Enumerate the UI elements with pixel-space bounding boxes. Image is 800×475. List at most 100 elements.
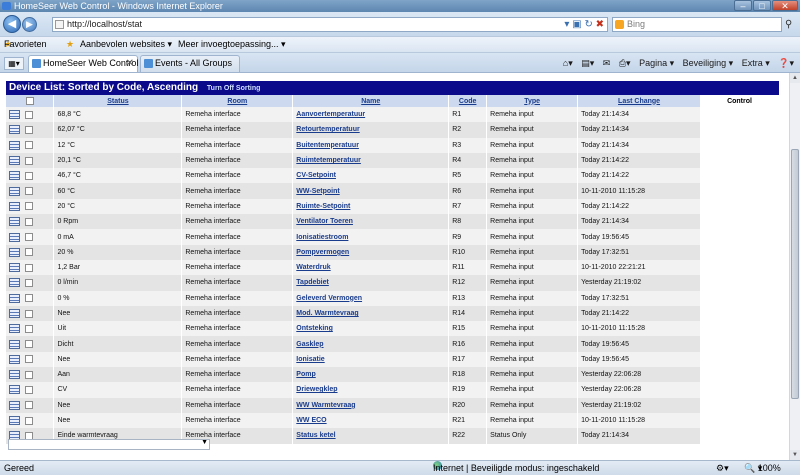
device-name-link[interactable]: Ontsteking — [296, 325, 333, 332]
tab-close-icon[interactable]: ✕ — [126, 56, 134, 71]
device-properties-icon[interactable] — [9, 339, 20, 349]
back-button[interactable]: ◀ — [3, 15, 21, 33]
row-checkbox[interactable] — [25, 355, 33, 364]
protected-mode-icon[interactable]: ⚙▾ — [716, 461, 729, 475]
device-properties-icon[interactable] — [9, 370, 20, 380]
dropdown-icon[interactable]: ▾ — [564, 19, 569, 30]
col-code[interactable]: Code — [448, 95, 488, 107]
turn-off-sorting-link[interactable]: Turn Off Sorting — [207, 85, 261, 92]
row-checkbox[interactable] — [25, 263, 33, 272]
zoom-control[interactable]: 🔍 100% ▾ — [744, 461, 781, 475]
print-icon[interactable]: ⎙▾ — [619, 58, 631, 68]
scroll-up-icon[interactable]: ▲ — [790, 73, 800, 83]
row-checkbox[interactable] — [25, 156, 33, 165]
device-name-link[interactable]: WW ECO — [296, 417, 326, 424]
vertical-scrollbar[interactable]: ▲ ▼ — [789, 73, 800, 460]
tab-homeseer[interactable]: HomeSeer Web Control ✕ — [28, 55, 138, 72]
menu-page[interactable]: Pagina ▾ — [639, 58, 674, 68]
address-input[interactable]: http://localhost/stat ▾ ▣ ↻ ✖ — [52, 17, 608, 32]
row-checkbox[interactable] — [25, 294, 33, 303]
col-name[interactable]: Name — [292, 95, 450, 107]
select-all-checkbox[interactable] — [25, 97, 34, 105]
quick-tabs-button[interactable]: ▦▾ — [4, 57, 24, 70]
stop-icon[interactable]: ✖ — [596, 19, 604, 30]
device-properties-icon[interactable] — [9, 400, 20, 410]
scroll-down-icon[interactable]: ▼ — [790, 450, 800, 460]
help-icon[interactable]: ❓▾ — [778, 58, 794, 68]
device-properties-icon[interactable] — [9, 324, 20, 334]
row-checkbox[interactable] — [25, 217, 33, 226]
row-checkbox[interactable] — [25, 309, 33, 318]
device-name-link[interactable]: Pomp — [296, 371, 315, 378]
device-name-link[interactable]: Driewegklep — [296, 386, 337, 393]
device-name-link[interactable]: Tapdebiet — [296, 279, 329, 286]
forward-button[interactable]: ▶ — [22, 17, 37, 32]
feeds-icon[interactable]: ▤▾ — [581, 58, 594, 68]
device-properties-icon[interactable] — [9, 309, 20, 318]
device-properties-icon[interactable] — [9, 125, 20, 135]
device-name-link[interactable]: Ruimtetemperatuur — [296, 157, 361, 164]
row-checkbox[interactable] — [25, 187, 33, 196]
refresh-icon[interactable]: ↻ — [584, 19, 592, 30]
device-properties-icon[interactable] — [9, 140, 20, 150]
row-checkbox[interactable] — [25, 370, 33, 379]
device-name-link[interactable]: Geleverd Vermogen — [296, 295, 362, 302]
minimize-button[interactable]: – — [734, 0, 752, 11]
device-name-link[interactable]: Status ketel — [296, 432, 335, 439]
col-last-change[interactable]: Last Change — [577, 95, 702, 107]
row-checkbox[interactable] — [25, 202, 33, 211]
row-checkbox[interactable] — [25, 385, 33, 394]
col-status[interactable]: Status — [53, 95, 183, 107]
add-favorite-icon[interactable]: ★ — [66, 37, 74, 52]
device-name-link[interactable]: WW-Setpoint — [296, 188, 339, 195]
mail-icon[interactable]: ✉ — [603, 58, 611, 68]
device-properties-icon[interactable] — [9, 171, 20, 181]
maximize-button[interactable]: □ — [753, 0, 771, 11]
row-checkbox[interactable] — [25, 248, 33, 257]
row-checkbox[interactable] — [25, 278, 33, 287]
device-properties-icon[interactable] — [9, 232, 20, 242]
device-properties-icon[interactable] — [9, 156, 20, 166]
favorite-addons[interactable]: Meer invoegtoepassing... ▾ — [178, 37, 286, 52]
menu-security[interactable]: Beveiliging ▾ — [683, 58, 734, 68]
device-properties-icon[interactable] — [9, 293, 20, 303]
device-name-link[interactable]: Ruimte-Setpoint — [296, 203, 350, 210]
menu-extra[interactable]: Extra ▾ — [742, 58, 770, 68]
device-properties-icon[interactable] — [9, 201, 20, 211]
row-checkbox[interactable] — [25, 233, 33, 242]
close-button[interactable]: ✕ — [772, 0, 798, 11]
device-properties-icon[interactable] — [9, 247, 20, 257]
device-name-link[interactable]: Mod. Warmtevraag — [296, 310, 358, 317]
row-checkbox[interactable] — [25, 324, 33, 333]
row-checkbox[interactable] — [25, 340, 33, 349]
device-properties-icon[interactable] — [9, 263, 20, 273]
device-action-select[interactable]: ▼ — [8, 439, 210, 450]
device-name-link[interactable]: CV-Setpoint — [296, 172, 336, 179]
search-input[interactable]: Bing — [612, 17, 782, 32]
col-type[interactable]: Type — [486, 95, 579, 107]
device-name-link[interactable]: Ionisatiestroom — [296, 234, 348, 241]
compat-icon[interactable]: ▣ — [572, 19, 581, 30]
device-name-link[interactable]: Ventilator Toeren — [296, 218, 353, 225]
row-checkbox[interactable] — [25, 141, 33, 150]
device-name-link[interactable]: Ionisatie — [296, 356, 324, 363]
device-properties-icon[interactable] — [9, 217, 20, 227]
device-name-link[interactable]: Gasklep — [296, 341, 323, 348]
device-name-link[interactable]: Pompvermogen — [296, 249, 349, 256]
device-name-link[interactable]: Aanvoertemperatuur — [296, 111, 365, 118]
device-name-link[interactable]: Buitentemperatuur — [296, 142, 359, 149]
device-properties-icon[interactable] — [9, 385, 20, 395]
favorite-suggested-sites[interactable]: Aanbevolen websites ▾ — [80, 37, 172, 52]
device-properties-icon[interactable] — [9, 416, 20, 426]
row-checkbox[interactable] — [25, 416, 33, 425]
col-room[interactable]: Room — [181, 95, 294, 107]
device-properties-icon[interactable] — [9, 278, 20, 288]
device-name-link[interactable]: WW Warmtevraag — [296, 402, 355, 409]
tab-events[interactable]: Events - All Groups — [140, 55, 240, 72]
device-properties-icon[interactable] — [9, 110, 20, 120]
row-checkbox[interactable] — [25, 401, 33, 410]
row-checkbox[interactable] — [25, 125, 33, 134]
device-name-link[interactable]: Retourtemperatuur — [296, 126, 359, 133]
device-name-link[interactable]: Waterdruk — [296, 264, 330, 271]
device-properties-icon[interactable] — [9, 186, 20, 196]
